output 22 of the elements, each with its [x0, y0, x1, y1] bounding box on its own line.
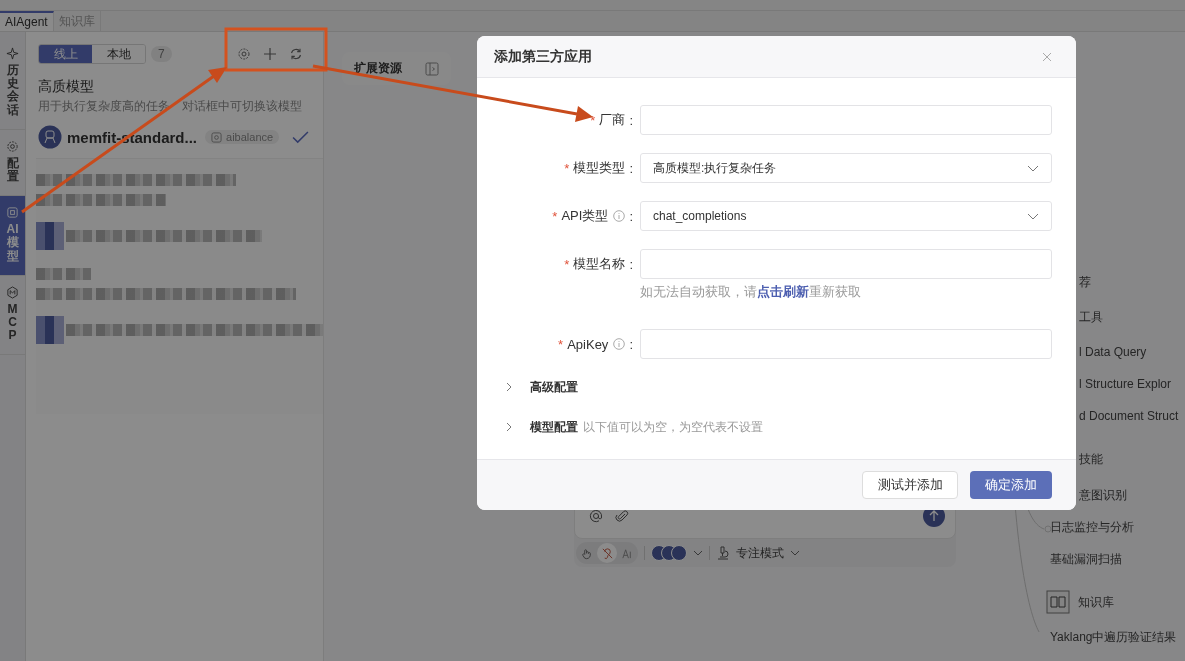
- field-hint: 如无法自动获取，请点击刷新重新获取: [640, 283, 862, 301]
- required-mark: *: [552, 208, 558, 224]
- label-colon: :: [629, 112, 633, 128]
- label-colon: :: [629, 208, 633, 224]
- required-mark: *: [564, 256, 570, 272]
- dialog-title: 添加第三方应用: [494, 47, 592, 66]
- field-label: 厂商: [599, 111, 626, 129]
- card-label: 扩展资源: [354, 60, 402, 77]
- label-colon: :: [629, 336, 633, 352]
- required-mark: *: [564, 160, 570, 176]
- required-mark: *: [558, 336, 564, 352]
- label-colon: :: [629, 160, 633, 176]
- provider-tag: aibalance: [205, 130, 280, 144]
- field-label: 模型名称: [573, 255, 626, 273]
- section-note: 以下值可以为空，为空代表不设置: [583, 418, 763, 436]
- field-label: 模型类型: [573, 159, 626, 177]
- required-mark: *: [590, 112, 596, 128]
- count-badge: 7: [151, 46, 172, 62]
- label-colon: :: [629, 256, 633, 272]
- field-label: API类型: [561, 207, 609, 225]
- section-title: 高质模型: [38, 78, 95, 96]
- field-label: ApiKey: [567, 336, 609, 352]
